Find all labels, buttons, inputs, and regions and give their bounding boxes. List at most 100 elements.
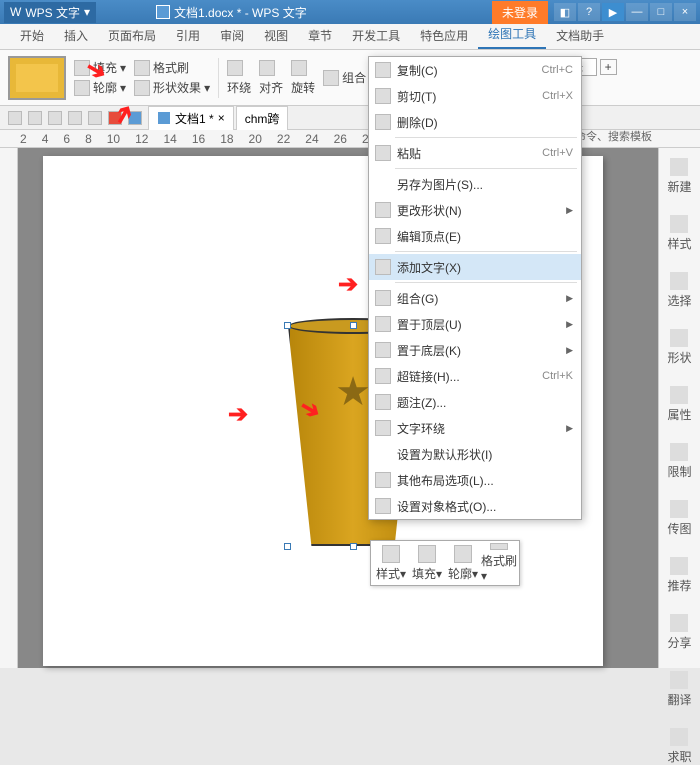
- menu-D[interactable]: 删除(D): [369, 109, 581, 135]
- tab-0[interactable]: 开始: [10, 22, 54, 49]
- max-button[interactable]: □: [650, 3, 672, 21]
- wrap-icon: [375, 420, 391, 436]
- 翻译-icon: [670, 671, 688, 689]
- tab-4[interactable]: 审阅: [210, 22, 254, 49]
- float-样式[interactable]: 样式▾: [373, 543, 409, 583]
- title-bar: W WPS 文字 ▾ 文档1.docx * - WPS 文字 未登录 ◧ ? ▶…: [0, 0, 700, 24]
- canvas: ★: [0, 148, 700, 668]
- app-logo[interactable]: W WPS 文字 ▾: [4, 2, 96, 23]
- 限制-icon: [670, 443, 688, 461]
- height-plus[interactable]: +: [600, 59, 617, 75]
- menu-[interactable]: 文字环绕▶: [369, 415, 581, 441]
- tab-1[interactable]: 插入: [54, 22, 98, 49]
- menu-T[interactable]: 剪切(T)Ctrl+X: [369, 83, 581, 109]
- side-属性[interactable]: 属性: [667, 386, 691, 423]
- format-painter-button[interactable]: 格式刷: [134, 59, 210, 76]
- print-icon[interactable]: [28, 111, 42, 125]
- 推荐-icon: [670, 557, 688, 575]
- tab-8[interactable]: 特色应用: [410, 22, 478, 49]
- menu-I[interactable]: 设置为默认形状(I): [369, 441, 581, 467]
- handle-s[interactable]: [350, 543, 357, 550]
- side-翻译[interactable]: 翻译: [667, 671, 691, 708]
- close-button[interactable]: ×: [674, 3, 696, 21]
- rotate-icon: [291, 60, 307, 76]
- handle-nw[interactable]: [284, 322, 291, 329]
- tab-5[interactable]: 视图: [254, 22, 298, 49]
- tab-3[interactable]: 引用: [166, 22, 210, 49]
- handle-sw[interactable]: [284, 543, 291, 550]
- side-求职[interactable]: 求职: [667, 728, 691, 765]
- tab-7[interactable]: 开发工具: [342, 22, 410, 49]
- align-button[interactable]: [259, 60, 283, 76]
- menu-S[interactable]: 另存为图片(S)...: [369, 171, 581, 197]
- 形状-icon: [670, 329, 688, 347]
- menu-G[interactable]: 组合(G)▶: [369, 285, 581, 311]
- menu-C[interactable]: 复制(C)Ctrl+C: [369, 57, 581, 83]
- side-新建[interactable]: 新建: [667, 158, 691, 195]
- side-选择[interactable]: 选择: [667, 272, 691, 309]
- help-icon[interactable]: ?: [578, 3, 600, 21]
- paste-icon: [375, 145, 391, 161]
- title-toolbar: ◧ ? ▶ — □ ×: [554, 3, 696, 21]
- outline-button[interactable]: 轮廓▾: [74, 79, 126, 96]
- preview-icon[interactable]: [48, 111, 62, 125]
- shape-icon: [375, 202, 391, 218]
- text-icon: [375, 259, 391, 275]
- wrap-button[interactable]: [227, 60, 251, 76]
- outline-icon: [74, 80, 90, 96]
- side-样式[interactable]: 样式: [667, 215, 691, 252]
- menu-X[interactable]: 添加文字(X): [369, 254, 581, 280]
- float-轮廓[interactable]: 轮廓▾: [445, 543, 481, 583]
- chevron-down-icon: ▾: [84, 5, 90, 19]
- cut-icon: [375, 88, 391, 104]
- menu-U[interactable]: 置于顶层(U)▶: [369, 311, 581, 337]
- main-ribbon-tabs: 开始插入页面布局引用审阅视图章节开发工具特色应用绘图工具文档助手: [0, 24, 700, 50]
- menu-E[interactable]: 编辑顶点(E): [369, 223, 581, 249]
- min-button[interactable]: —: [626, 3, 648, 21]
- side-分享[interactable]: 分享: [667, 614, 691, 651]
- doc-tab-2[interactable]: chm跨: [236, 106, 289, 130]
- tab-6[interactable]: 章节: [298, 22, 342, 49]
- side-传图[interactable]: 传图: [667, 500, 691, 537]
- del-icon: [375, 114, 391, 130]
- fmt-icon: [375, 498, 391, 514]
- handle-n[interactable]: [350, 322, 357, 329]
- side-形状[interactable]: 形状: [667, 329, 691, 366]
- wps-icon[interactable]: [108, 111, 122, 125]
- doc-tab-1[interactable]: 文档1 *×: [148, 106, 234, 130]
- ribbon: 填充▾ 轮廓▾ 格式刷 形状效果▾ 环绕 对齐 旋转 组合▾ 上移一层▾ 高度:…: [0, 50, 700, 106]
- vertical-ruler: [0, 148, 18, 668]
- menu-K[interactable]: 置于底层(K)▶: [369, 337, 581, 363]
- side-推荐[interactable]: 推荐: [667, 557, 691, 594]
- menu-N[interactable]: 更改形状(N)▶: [369, 197, 581, 223]
- side-限制[interactable]: 限制: [667, 443, 691, 480]
- tab-10[interactable]: 文档助手: [546, 22, 614, 49]
- fill-button[interactable]: 填充▾: [74, 59, 126, 76]
- menu-Z[interactable]: 题注(Z)...: [369, 389, 581, 415]
- close-tab-icon[interactable]: ×: [218, 111, 225, 125]
- menu-L[interactable]: 其他布局选项(L)...: [369, 467, 581, 493]
- 属性-icon: [670, 386, 688, 404]
- tab-9[interactable]: 绘图工具: [478, 20, 546, 49]
- float-填充[interactable]: 填充▾: [409, 543, 445, 583]
- tab-2[interactable]: 页面布局: [98, 22, 166, 49]
- 分享-icon: [670, 614, 688, 632]
- save-icon[interactable]: [8, 111, 22, 125]
- rotate-button[interactable]: [291, 60, 315, 76]
- app-name: WPS 文字: [25, 4, 80, 21]
- shape-preview[interactable]: [8, 56, 66, 100]
- menu-[interactable]: 粘贴Ctrl+V: [369, 140, 581, 166]
- cloud-doc-icon[interactable]: [128, 111, 142, 125]
- redo-icon[interactable]: [88, 111, 102, 125]
- menu-H[interactable]: 超链接(H)...Ctrl+K: [369, 363, 581, 389]
- menu-O[interactable]: 设置对象格式(O)...: [369, 493, 581, 519]
- 轮廓-icon: [454, 545, 472, 563]
- cloud-icon[interactable]: ▶: [602, 3, 624, 21]
- undo-icon[interactable]: [68, 111, 82, 125]
- 传图-icon: [670, 500, 688, 518]
- shape-effect-button[interactable]: 形状效果▾: [134, 79, 210, 96]
- float-格式刷[interactable]: 格式刷▾: [481, 543, 517, 583]
- skin-icon[interactable]: ◧: [554, 3, 576, 21]
- edit-icon: [375, 228, 391, 244]
- copy-icon: [375, 62, 391, 78]
